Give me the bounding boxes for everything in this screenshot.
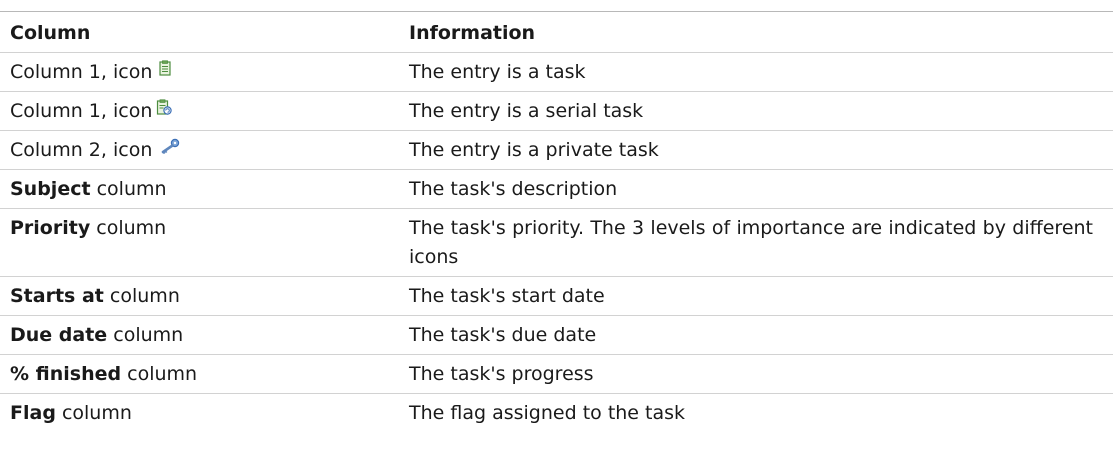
table-row: Starts at column The task's start date	[0, 276, 1113, 316]
row-label-cell: Column 2, icon	[0, 130, 409, 170]
row-info-cell: The flag assigned to the task	[409, 402, 686, 424]
table-row: Column 2, icon The entry is a private ta…	[0, 130, 1113, 170]
table-row: Priority column The task's priority. The…	[0, 208, 1113, 277]
row-info-cell: The task's description	[409, 169, 1113, 209]
table-row: Due date column The task's due date	[0, 315, 1113, 355]
information-header: Information	[409, 11, 1113, 53]
row-label-cell: Flag column	[0, 394, 409, 433]
row-info-cell: The task's priority. The 3 levels of imp…	[409, 208, 1113, 277]
task-columns-table: Column Information Column 1, icon The en…	[0, 0, 1113, 432]
row-info-cell: The entry is a private task	[409, 130, 1113, 170]
row-label-cell: Column 1, icon	[0, 91, 409, 131]
row-label-bold: % finished	[10, 363, 122, 385]
row-label-cell: Starts at column	[0, 276, 409, 316]
column-header: Column	[0, 11, 409, 53]
row-label-bold: Flag	[10, 402, 56, 424]
row-info-text: The task's priority. The 3 levels of imp…	[409, 217, 1093, 268]
row-label-cell: % finished column	[0, 354, 409, 394]
private-key-icon	[160, 134, 180, 163]
row-info-cell: The entry is a serial task	[409, 91, 1113, 131]
table-row: Flag column The flag assigned to the tas…	[0, 394, 1113, 433]
row-label-rest: column	[103, 285, 180, 307]
row-label: Column 2, icon	[10, 139, 153, 161]
row-label-cell: Due date column	[0, 315, 409, 355]
header-row: Column Information	[0, 11, 1113, 53]
row-label-rest: column	[55, 402, 132, 424]
row-label-cell: Priority column	[0, 208, 409, 277]
row-info-cell: The task's progress	[409, 354, 1113, 394]
serial-task-icon	[156, 95, 173, 124]
row-label-rest: column	[90, 178, 167, 200]
row-info-cell: The task's start date	[409, 276, 1113, 316]
row-label-bold: Subject	[10, 178, 91, 200]
row-label-rest: column	[107, 324, 184, 346]
row-label-rest: column	[121, 363, 198, 385]
row-label-bold: Due date	[10, 324, 108, 346]
row-label-bold: Starts at	[10, 285, 104, 307]
table-row: Column 1, icon The entry is a task	[0, 52, 1113, 92]
table-row: % finished column The task's progress	[0, 354, 1113, 394]
table-row: Column 1, icon The entry is a serial tas…	[0, 91, 1113, 131]
row-label-cell: Column 1, icon	[0, 52, 409, 92]
row-info-cell: The task's due date	[409, 315, 1113, 355]
row-label: Column 1, icon	[10, 61, 153, 83]
table-row: Subject column The task's description	[0, 169, 1113, 209]
row-label-cell: Subject column	[0, 169, 409, 209]
row-label-rest: column	[90, 217, 167, 239]
top-rule	[0, 0, 1113, 12]
task-icon	[158, 56, 172, 85]
row-label-bold: Priority	[10, 217, 91, 239]
row-info-cell: The entry is a task	[409, 52, 1113, 92]
row-label: Column 1, icon	[10, 100, 153, 122]
